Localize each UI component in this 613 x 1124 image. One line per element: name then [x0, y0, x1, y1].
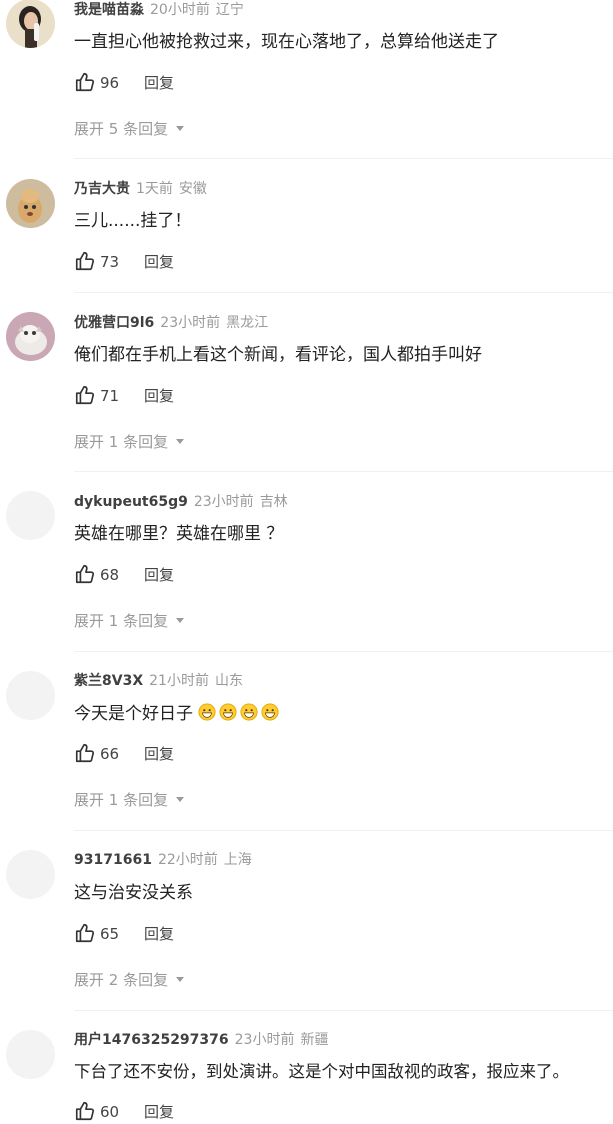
- thumbs-up-icon[interactable]: [74, 1100, 96, 1122]
- expand-replies[interactable]: 展开 1 条回复: [74, 611, 185, 631]
- divider: [74, 471, 613, 472]
- comment-time: 22小时前: [157, 852, 218, 868]
- comment-location: 上海: [223, 852, 252, 868]
- comment-time: 23小时前: [193, 494, 254, 510]
- user-avatar[interactable]: [6, 850, 55, 899]
- comment-time: 23小时前: [234, 1032, 295, 1048]
- username[interactable]: 用户1476325297376: [74, 1032, 229, 1048]
- comment-time: 21小时前: [149, 673, 209, 689]
- comment-location: 山东: [214, 673, 243, 689]
- comment-meta: 我是喵苗淼 20小时前 辽宁: [74, 1, 244, 19]
- comment-meta: 用户1476325297376 23小时前 新疆: [74, 1031, 328, 1049]
- expand-replies[interactable]: 展开 1 条回复: [74, 790, 185, 810]
- expand-replies-label: 展开 1 条回复: [74, 433, 169, 451]
- username[interactable]: 我是喵苗淼: [74, 2, 144, 18]
- comment-text: 英雄在哪里？英雄在哪里 ？: [74, 524, 284, 544]
- thumbs-up-icon[interactable]: [74, 563, 96, 585]
- divider: [74, 651, 613, 652]
- like-count: 73: [100, 253, 120, 271]
- thumbs-up-icon[interactable]: [74, 384, 96, 406]
- user-avatar[interactable]: [6, 671, 55, 720]
- grinning-face-icon: [240, 703, 258, 721]
- like-count: 65: [100, 925, 120, 943]
- comment-text: 一直担心他被抢救过来，现在心落地了，总算给他送走了: [74, 32, 499, 52]
- grinning-face-icon: [261, 703, 279, 721]
- comment-text: 俺们都在手机上看这个新闻，看评论，国人都拍手叫好: [74, 345, 482, 365]
- reply-button[interactable]: 回复: [144, 565, 174, 585]
- caret-down-icon: [176, 977, 185, 982]
- username[interactable]: 紫兰8V3X: [74, 673, 143, 689]
- comment-text: 三儿......挂了！: [74, 211, 192, 231]
- comment-time: 20小时前: [150, 2, 210, 18]
- thumbs-up-icon[interactable]: [74, 250, 96, 272]
- comment-location: 黑龙江: [226, 315, 269, 331]
- caret-down-icon: [176, 126, 185, 131]
- thumbs-up-icon[interactable]: [74, 71, 96, 93]
- divider: [74, 830, 613, 831]
- reply-button[interactable]: 回复: [144, 744, 174, 764]
- reply-button[interactable]: 回复: [144, 924, 174, 944]
- expand-replies-label: 展开 2 条回复: [74, 971, 169, 989]
- comment-text-content: 今天是个好日子: [74, 704, 193, 724]
- user-avatar[interactable]: [6, 312, 55, 361]
- like-count: 66: [100, 745, 120, 763]
- caret-down-icon: [176, 439, 185, 444]
- comment-meta: 紫兰8V3X 21小时前 山东: [74, 672, 243, 690]
- expand-replies[interactable]: 展开 5 条回复: [74, 119, 185, 139]
- caret-down-icon: [176, 797, 185, 802]
- user-avatar[interactable]: [6, 179, 55, 228]
- comment-text: 这与治安没关系: [74, 883, 193, 903]
- divider: [74, 158, 613, 159]
- divider: [74, 1010, 613, 1011]
- username[interactable]: dykupeut65g9: [74, 494, 188, 510]
- comment-meta: dykupeut65g9 23小时前 吉林: [74, 493, 288, 511]
- expand-replies[interactable]: 展开 2 条回复: [74, 970, 185, 990]
- expand-replies-label: 展开 1 条回复: [74, 791, 169, 809]
- comment-location: 安徽: [178, 181, 207, 197]
- expand-replies[interactable]: 展开 1 条回复: [74, 432, 185, 452]
- reply-button[interactable]: 回复: [144, 386, 174, 406]
- user-avatar[interactable]: [6, 0, 55, 48]
- user-avatar[interactable]: [6, 491, 55, 540]
- comment-location: 新疆: [300, 1032, 329, 1048]
- caret-down-icon: [176, 618, 185, 623]
- username[interactable]: 93171661: [74, 852, 152, 868]
- comment-text: 下台了还不安份，到处演讲。这是个对中国敌视的政客，报应来了。: [74, 1062, 569, 1081]
- comment-time: 1天前: [136, 181, 173, 197]
- comment-text: 今天是个好日子: [74, 703, 282, 725]
- like-count: 96: [100, 74, 120, 92]
- comment-meta: 93171661 22小时前 上海: [74, 851, 252, 869]
- reply-button[interactable]: 回复: [144, 252, 174, 272]
- comment-meta: 优雅营口9l6 23小时前 黑龙江: [74, 314, 268, 332]
- user-avatar[interactable]: [6, 1030, 55, 1079]
- expand-replies-label: 展开 5 条回复: [74, 120, 169, 138]
- grinning-face-icon: [198, 703, 216, 721]
- thumbs-up-icon[interactable]: [74, 742, 96, 764]
- expand-replies-label: 展开 1 条回复: [74, 612, 169, 630]
- comment-meta: 乃吉大贵 1天前 安徽: [74, 180, 207, 198]
- thumbs-up-icon[interactable]: [74, 922, 96, 944]
- grinning-face-icon: [219, 703, 237, 721]
- like-count: 68: [100, 566, 120, 584]
- username[interactable]: 优雅营口9l6: [74, 315, 154, 331]
- comment-location: 吉林: [259, 494, 288, 510]
- username[interactable]: 乃吉大贵: [74, 181, 130, 197]
- comment-location: 辽宁: [215, 2, 244, 18]
- divider: [74, 292, 613, 293]
- like-count: 60: [100, 1103, 120, 1121]
- reply-button[interactable]: 回复: [144, 1102, 174, 1122]
- reply-button[interactable]: 回复: [144, 73, 174, 93]
- like-count: 71: [100, 387, 120, 405]
- comment-time: 23小时前: [160, 315, 221, 331]
